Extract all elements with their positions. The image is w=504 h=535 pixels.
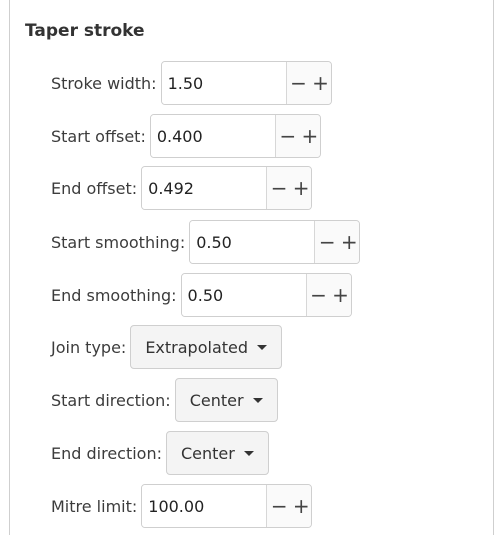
end-smoothing-decrement-button[interactable]: − bbox=[306, 274, 331, 316]
start-direction-selected: Center bbox=[189, 390, 244, 410]
end-offset-row: End offset: 0.492 − + bbox=[51, 165, 313, 211]
start-smoothing-increment-button[interactable]: + bbox=[339, 221, 360, 263]
mitre-limit-label: Mitre limit: bbox=[51, 496, 138, 516]
start-smoothing-input[interactable]: 0.50 bbox=[190, 221, 316, 263]
chevron-down-icon bbox=[252, 397, 263, 403]
end-smoothing-input[interactable]: 0.50 bbox=[181, 274, 307, 316]
join-type-row: Join type: Extrapolated bbox=[51, 324, 283, 370]
end-smoothing-label: End smoothing: bbox=[51, 285, 177, 305]
start-smoothing-decrement-button[interactable]: − bbox=[315, 221, 340, 263]
start-offset-input[interactable]: 0.400 bbox=[150, 115, 276, 157]
stroke-width-row: Stroke width: 1.50 − + bbox=[51, 60, 332, 106]
mitre-limit-increment-button[interactable]: + bbox=[291, 485, 312, 527]
start-offset-label: Start offset: bbox=[51, 126, 146, 146]
mitre-limit-decrement-button[interactable]: − bbox=[267, 485, 292, 527]
stroke-width-spinbox[interactable]: 1.50 − + bbox=[160, 61, 332, 105]
end-offset-increment-button[interactable]: + bbox=[291, 167, 312, 209]
start-smoothing-row: Start smoothing: 0.50 − + bbox=[51, 219, 361, 265]
start-offset-row: Start offset: 0.400 − + bbox=[51, 113, 321, 159]
end-direction-selected: Center bbox=[181, 443, 235, 463]
end-offset-decrement-button[interactable]: − bbox=[267, 167, 292, 209]
mitre-limit-row: Mitre limit: 100.00 − + bbox=[51, 483, 313, 529]
end-smoothing-increment-button[interactable]: + bbox=[330, 274, 351, 316]
stroke-width-label: Stroke width: bbox=[51, 73, 157, 93]
start-smoothing-spinbox[interactable]: 0.50 − + bbox=[189, 220, 361, 264]
start-offset-spinbox[interactable]: 0.400 − + bbox=[149, 114, 321, 158]
end-offset-spinbox[interactable]: 0.492 − + bbox=[141, 166, 313, 210]
mitre-limit-spinbox[interactable]: 100.00 − + bbox=[141, 484, 313, 528]
start-offset-increment-button[interactable]: + bbox=[299, 115, 320, 157]
start-direction-label: Start direction: bbox=[51, 390, 171, 410]
end-smoothing-row: End smoothing: 0.50 − + bbox=[51, 272, 352, 318]
end-offset-label: End offset: bbox=[51, 178, 138, 198]
section-title: Taper stroke bbox=[25, 21, 145, 41]
start-direction-dropdown[interactable]: Center bbox=[174, 378, 278, 422]
end-direction-row: End direction: Center bbox=[51, 430, 269, 476]
mitre-limit-input[interactable]: 100.00 bbox=[142, 485, 268, 527]
stroke-width-increment-button[interactable]: + bbox=[310, 62, 331, 104]
end-offset-input[interactable]: 0.492 bbox=[142, 167, 268, 209]
end-direction-dropdown[interactable]: Center bbox=[166, 431, 269, 475]
join-type-label: Join type: bbox=[51, 337, 127, 357]
stroke-width-decrement-button[interactable]: − bbox=[286, 62, 311, 104]
end-direction-label: End direction: bbox=[51, 443, 162, 463]
start-direction-row: Start direction: Center bbox=[51, 377, 278, 423]
start-offset-decrement-button[interactable]: − bbox=[275, 115, 300, 157]
taper-stroke-panel: Taper stroke Stroke width: 1.50 − + Star… bbox=[9, 0, 494, 535]
start-smoothing-label: Start smoothing: bbox=[51, 232, 186, 252]
stroke-width-input[interactable]: 1.50 bbox=[161, 62, 287, 104]
chevron-down-icon bbox=[257, 344, 268, 350]
join-type-dropdown[interactable]: Extrapolated bbox=[130, 325, 283, 369]
join-type-selected: Extrapolated bbox=[145, 337, 249, 357]
chevron-down-icon bbox=[243, 450, 254, 456]
end-smoothing-spinbox[interactable]: 0.50 − + bbox=[180, 273, 352, 317]
